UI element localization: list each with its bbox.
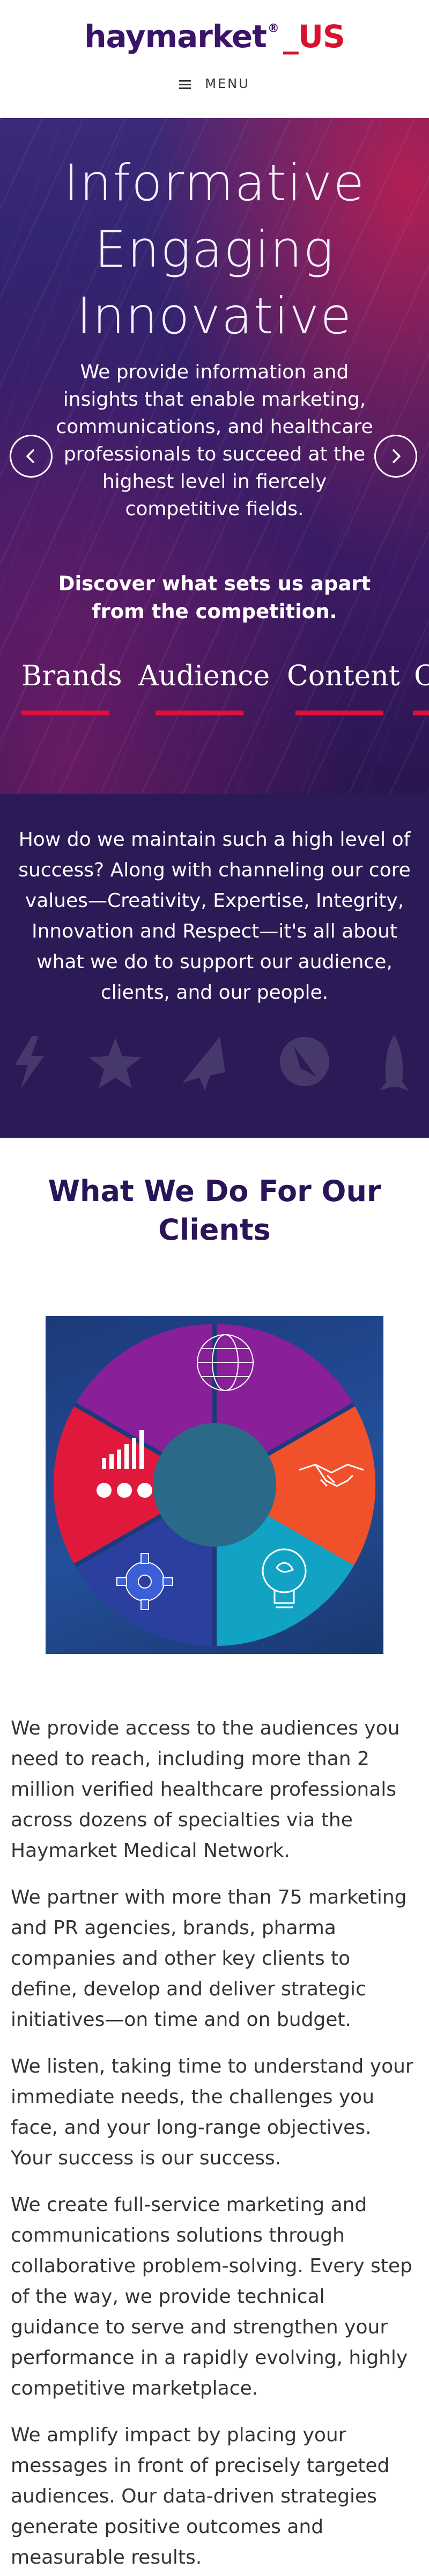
tagline-line: Engaging bbox=[94, 221, 335, 279]
decorative-icons bbox=[15, 1035, 409, 1091]
tab-underline bbox=[21, 711, 109, 715]
logo-brand: haymarket bbox=[84, 18, 267, 55]
tab-underline bbox=[156, 711, 243, 715]
hero-cta: Discover what sets us apart from the com… bbox=[58, 572, 371, 623]
tagline-line: Innovative bbox=[76, 287, 353, 346]
section-title: What We Do For Our Clients bbox=[48, 1174, 381, 1247]
wheel-graphic bbox=[53, 1324, 376, 1646]
rocket-icon bbox=[380, 1035, 409, 1091]
paragraph: We amplify impact by placing your messag… bbox=[11, 2424, 390, 2568]
tab-label: Brands bbox=[21, 660, 122, 692]
paragraph: We provide access to the audiences you n… bbox=[11, 1717, 400, 1862]
chevron-right-icon bbox=[393, 449, 401, 463]
what-we-do-section: What We Do For Our Clients We provide ac… bbox=[0, 1138, 429, 2576]
logo[interactable]: haymarket® _US bbox=[0, 18, 429, 55]
hero-carousel: Informative Engaging Innovative We provi… bbox=[0, 118, 429, 794]
values-section: How do we maintain such a high level of … bbox=[0, 794, 429, 1138]
logo-region: _US bbox=[283, 18, 345, 55]
tab-underline bbox=[295, 711, 383, 715]
chevron-left-icon bbox=[26, 449, 34, 463]
hero-tagline: Informative Engaging Innovative bbox=[0, 150, 429, 350]
menu-button[interactable]: MENU bbox=[0, 76, 429, 91]
menu-icon bbox=[179, 78, 191, 91]
tagline-line: Informative bbox=[63, 154, 366, 213]
paper-plane-icon bbox=[182, 1037, 225, 1091]
carousel-prev-button[interactable] bbox=[10, 435, 53, 478]
services-description: We provide access to the audiences you n… bbox=[11, 1713, 418, 2576]
site-header: haymarket® _US MENU bbox=[0, 0, 429, 118]
tab-label: C bbox=[414, 660, 429, 692]
tab-label: Content bbox=[287, 660, 400, 692]
paragraph: We listen, taking time to understand you… bbox=[11, 2055, 413, 2169]
values-text: How do we maintain such a high level of … bbox=[18, 829, 411, 1004]
paragraph: We partner with more than 75 marketing a… bbox=[11, 1886, 407, 2031]
tab-audience[interactable]: Audience bbox=[138, 660, 270, 715]
carousel-next-button[interactable] bbox=[374, 435, 417, 478]
tab-more[interactable]: C bbox=[413, 660, 429, 715]
paragraph: We create full-service marketing and com… bbox=[11, 2194, 412, 2399]
lightning-icon bbox=[15, 1036, 44, 1089]
star-icon bbox=[89, 1038, 142, 1088]
tab-brands[interactable]: Brands bbox=[21, 660, 122, 715]
tab-content[interactable]: Content bbox=[287, 660, 400, 715]
services-wheel-illustration bbox=[46, 1316, 383, 1654]
hero-description: We provide information and insights that… bbox=[56, 361, 373, 520]
hero-tabs: Brands Audience Content C bbox=[0, 660, 429, 719]
tab-underline bbox=[413, 711, 429, 715]
tab-label: Audience bbox=[138, 660, 270, 692]
logo-registered-mark: ® bbox=[267, 22, 279, 35]
menu-label: MENU bbox=[205, 76, 250, 91]
